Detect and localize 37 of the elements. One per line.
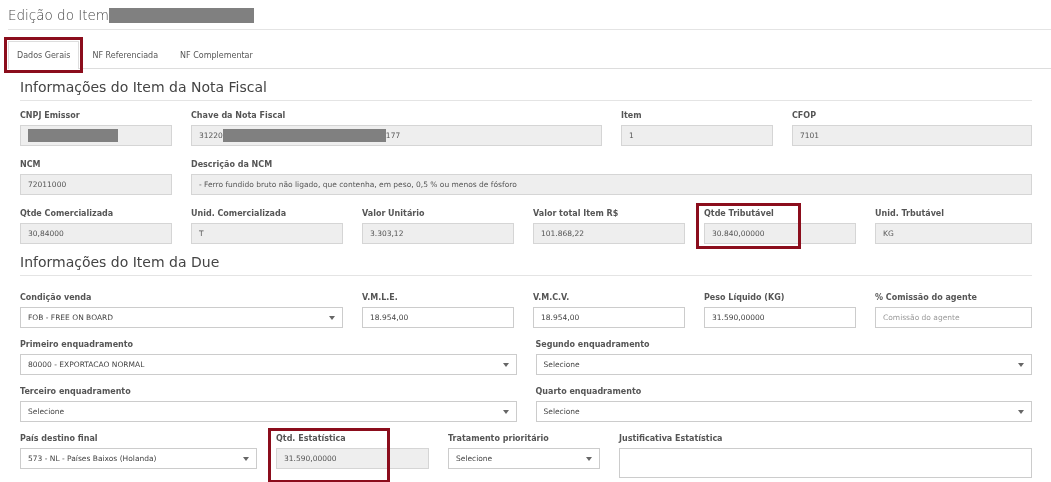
field-label: Peso Líquido (KG) bbox=[704, 293, 786, 303]
field-label: Quarto enquadramento bbox=[535, 387, 643, 397]
field-label: País destino final bbox=[20, 434, 99, 444]
caret-icon bbox=[329, 315, 335, 320]
field-label: Segundo enquadramento bbox=[535, 340, 651, 350]
tab[interactable]: NF Referenciada bbox=[83, 41, 168, 68]
caret-icon bbox=[586, 456, 592, 461]
field-label: Item bbox=[621, 111, 643, 121]
field-label: Descrição da NCM bbox=[191, 160, 274, 170]
section-title: Informações do Item da Due bbox=[20, 254, 221, 272]
field-label: V.M.L.E. bbox=[362, 293, 399, 303]
field-label: CNPJ Emissor bbox=[20, 111, 81, 121]
field-label: V.M.C.V. bbox=[533, 293, 571, 303]
field-label: Terceiro enquadramento bbox=[20, 387, 132, 397]
field-label: Justificativa Estatística bbox=[619, 434, 724, 444]
caret-icon bbox=[1018, 409, 1024, 414]
field-label: Valor Unitário bbox=[362, 209, 426, 219]
field-label: Primeiro enquadramento bbox=[20, 340, 135, 350]
caret-icon bbox=[1018, 362, 1024, 367]
caret-icon bbox=[243, 456, 249, 461]
caret-icon bbox=[502, 362, 509, 367]
page-title: Edição do Item bbox=[8, 7, 109, 23]
field-label: Tratamento prioritário bbox=[448, 434, 550, 444]
field-label: % Comissão do agente bbox=[875, 293, 978, 303]
field-label: Valor total Item R$ bbox=[533, 209, 620, 219]
caret-icon bbox=[502, 409, 509, 414]
field-label: Chave da Nota Fiscal bbox=[191, 111, 287, 121]
field-label: Unid. Comercializada bbox=[191, 209, 288, 219]
field-label: NCM bbox=[20, 160, 42, 170]
field-label: Condição venda bbox=[20, 293, 93, 303]
field-label: CFOP bbox=[792, 111, 817, 121]
field-label: Qtd. Estatística bbox=[276, 434, 347, 444]
field-label: Qtde Comercializada bbox=[20, 209, 115, 219]
tab[interactable]: NF Complementar bbox=[171, 41, 262, 68]
field-label: Unid. Trbutável bbox=[875, 209, 946, 219]
section-title: Informações do Item da Nota Fiscal bbox=[20, 79, 268, 97]
field-label: Qtde Tributável bbox=[704, 209, 775, 219]
